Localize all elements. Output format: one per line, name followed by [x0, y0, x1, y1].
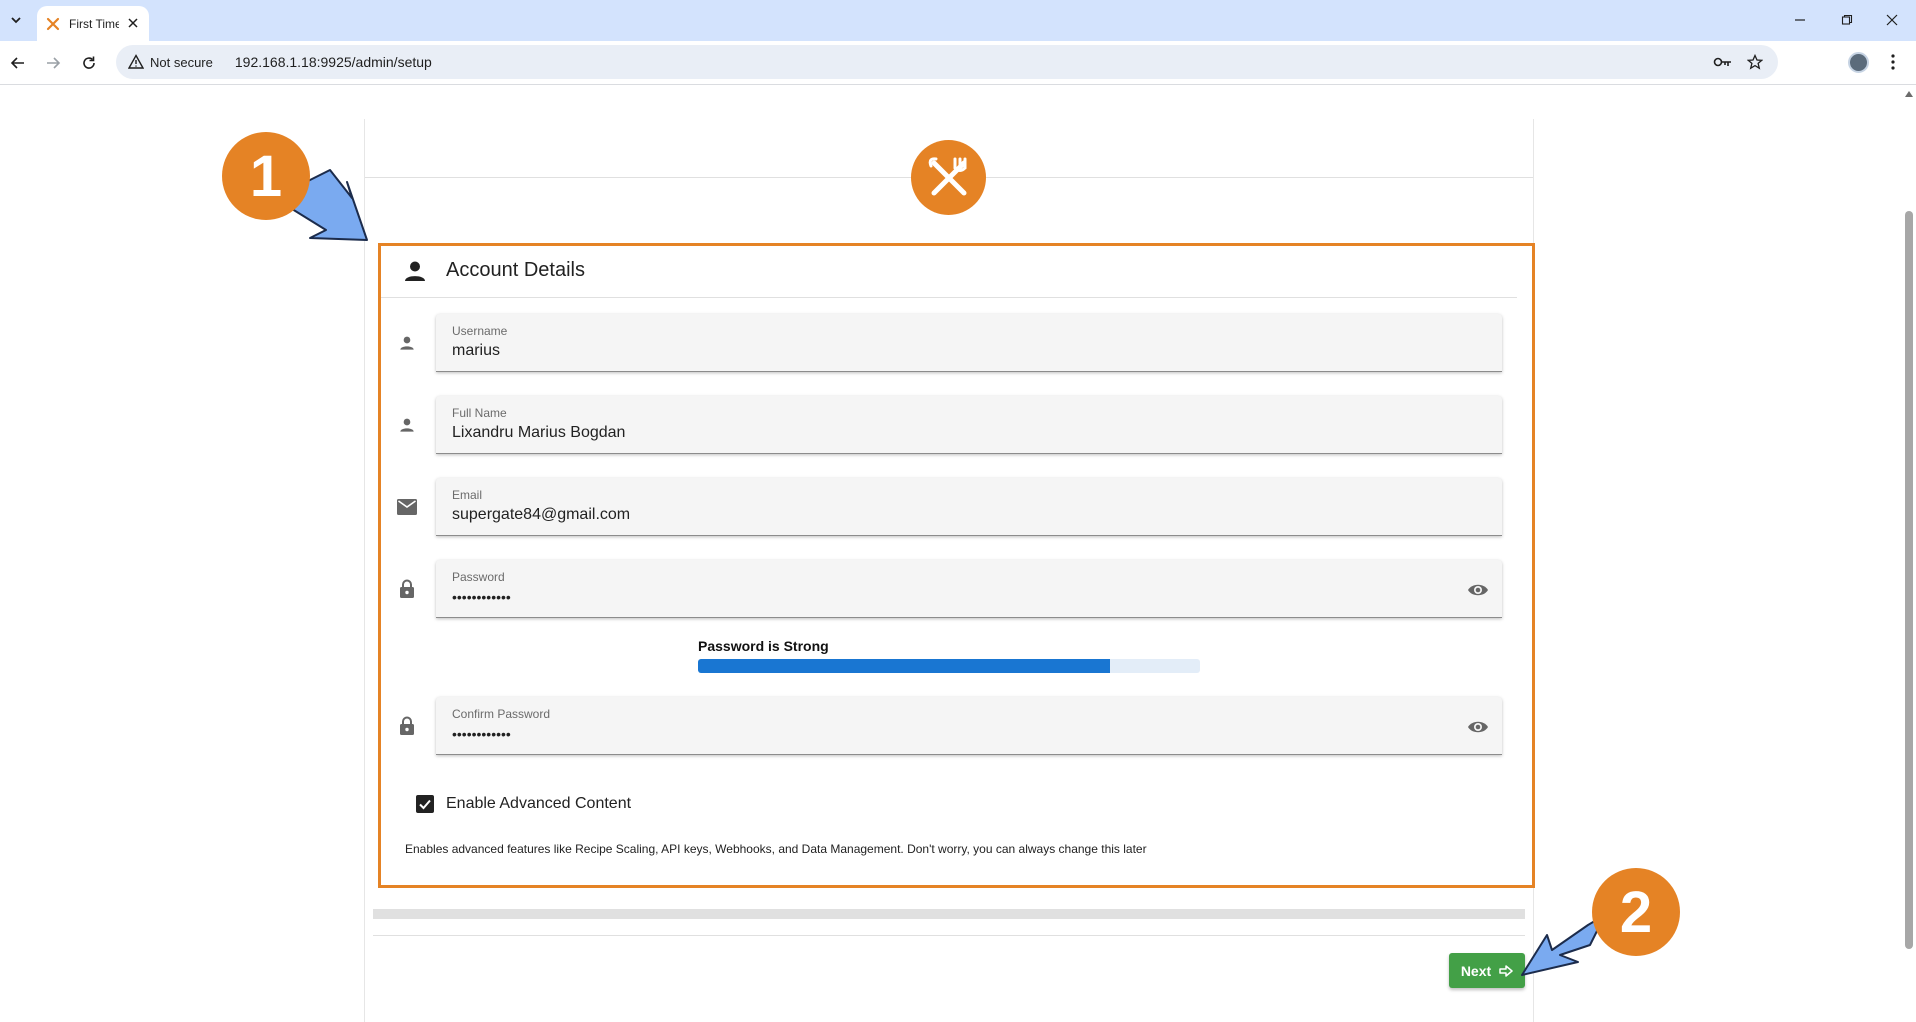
- next-button-label: Next: [1460, 962, 1492, 979]
- more-icon[interactable]: [1882, 51, 1904, 73]
- warning-icon: [128, 54, 144, 70]
- minimize-icon[interactable]: [1788, 8, 1812, 32]
- next-button[interactable]: Next: [1449, 953, 1525, 988]
- scroll-up-icon[interactable]: [1905, 91, 1913, 97]
- browser-tab[interactable]: First Time Setup: [37, 6, 149, 41]
- browser-tabstrip: First Time Setup: [0, 0, 1916, 41]
- tab-title: First Time Setup: [69, 16, 119, 31]
- utensils-logo-icon: [911, 140, 986, 215]
- scroll-thumb[interactable]: [1905, 211, 1913, 949]
- reload-icon[interactable]: [76, 50, 102, 76]
- step-badge-1: 1: [222, 132, 310, 220]
- close-tab-icon[interactable]: [125, 15, 141, 31]
- step-badge-2: 2: [1592, 868, 1680, 956]
- tab-list-icon[interactable]: [4, 8, 28, 32]
- restore-icon[interactable]: [1835, 8, 1859, 32]
- step-progress-track: [373, 909, 1525, 919]
- highlight-box: [378, 243, 1535, 888]
- security-label: Not secure: [150, 54, 213, 70]
- back-icon[interactable]: [5, 50, 31, 76]
- security-chip[interactable]: Not secure: [126, 49, 221, 75]
- address-bar[interactable]: Not secure 192.168.1.18:9925/admin/setup: [116, 45, 1778, 79]
- forward-icon[interactable]: [40, 50, 66, 76]
- footer-divider: [373, 935, 1525, 936]
- key-icon[interactable]: [1712, 51, 1734, 73]
- browser-toolbar: Not secure 192.168.1.18:9925/admin/setup: [0, 41, 1916, 84]
- utensils-favicon-icon: [45, 16, 61, 32]
- url-text[interactable]: 192.168.1.18:9925/admin/setup: [235, 54, 432, 70]
- star-icon[interactable]: [1744, 51, 1766, 73]
- profile-avatar[interactable]: [1848, 52, 1869, 73]
- close-window-icon[interactable]: [1880, 8, 1904, 32]
- arrow-right-icon: [1499, 964, 1513, 977]
- scrollbar[interactable]: [1902, 85, 1916, 1022]
